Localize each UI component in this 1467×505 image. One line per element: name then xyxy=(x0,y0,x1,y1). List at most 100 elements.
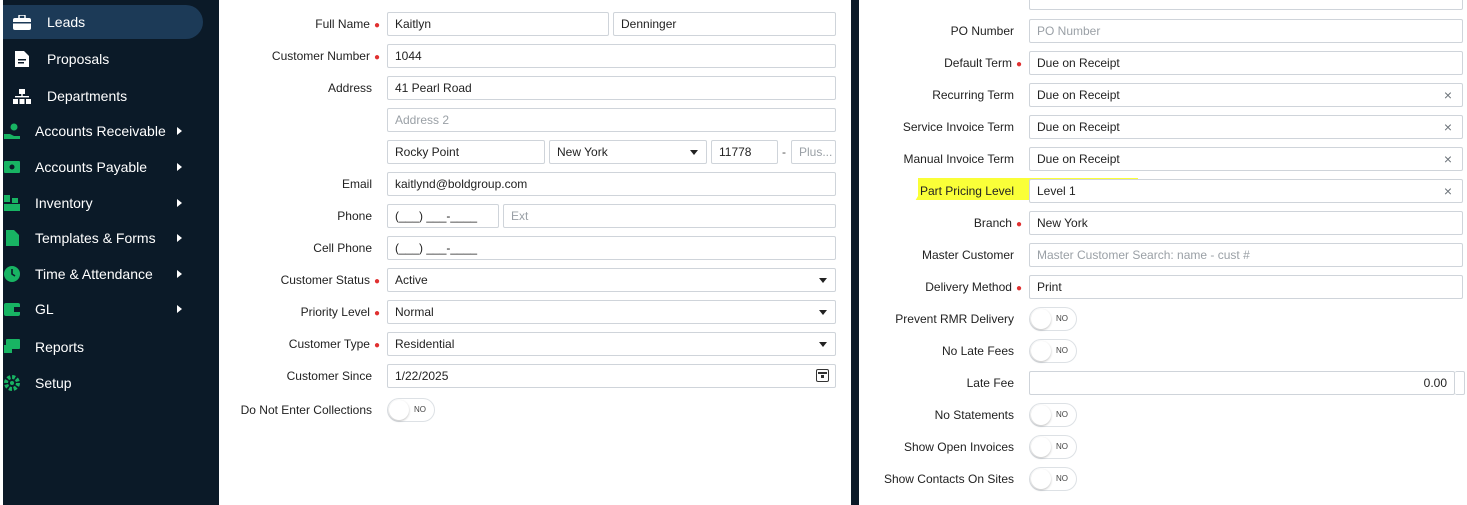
recurring-term-value: Due on Receipt xyxy=(1037,88,1120,102)
sidebar-item-label: Inventory xyxy=(35,195,93,211)
branch-select[interactable]: New York xyxy=(1029,211,1463,235)
first-name-input[interactable]: Kaitlyn xyxy=(387,12,609,36)
email-label: Email xyxy=(341,177,372,191)
phone-ext-input[interactable]: Ext xyxy=(503,204,836,228)
sidebar-item-label: Reports xyxy=(35,339,85,355)
customer-status-value: Active xyxy=(395,273,428,287)
late-fee-input[interactable]: 0.00 xyxy=(1029,371,1455,395)
sidebar-item-time-attendance[interactable]: Time & Attendance xyxy=(3,257,203,291)
boxes-icon xyxy=(3,195,21,211)
toggle-state-label: NO xyxy=(1056,346,1068,355)
customer-number-input[interactable]: 1044 xyxy=(387,44,836,68)
sidebar-item-reports[interactable]: Reports xyxy=(3,330,203,364)
phone-input[interactable]: (___) ___-____ xyxy=(387,204,499,228)
show-contacts-on-sites-toggle[interactable]: NO xyxy=(1029,467,1077,491)
sidebar-item-inventory[interactable]: Inventory xyxy=(3,186,203,220)
late-fee-label: Late Fee xyxy=(966,376,1014,390)
toggle-knob xyxy=(1031,309,1051,329)
priority-level-value: Normal xyxy=(395,305,434,319)
sidebar-item-leads[interactable]: Leads xyxy=(3,5,203,39)
delivery-method-select[interactable]: Print xyxy=(1029,275,1463,299)
sidebar-item-gl[interactable]: GL xyxy=(3,292,203,326)
master-customer-search-input[interactable]: Master Customer Search: name - cust # xyxy=(1029,243,1463,267)
cell-phone-input[interactable]: (___) ___-____ xyxy=(387,236,836,260)
prevent-rmr-delivery-label: Prevent RMR Delivery xyxy=(895,312,1014,326)
po-number-input[interactable]: PO Number xyxy=(1029,19,1463,43)
manual-invoice-term-label: Manual Invoice Term xyxy=(903,152,1015,166)
org-chart-icon xyxy=(13,88,31,104)
show-open-invoices-toggle[interactable]: NO xyxy=(1029,435,1077,459)
chevron-right-icon xyxy=(177,305,182,313)
zip-input[interactable]: 11778 xyxy=(711,140,778,164)
briefcase-icon xyxy=(13,14,31,30)
customer-type-select[interactable]: Residential xyxy=(387,332,836,356)
no-late-fees-toggle[interactable]: NO xyxy=(1029,339,1077,363)
sidebar-item-label: GL xyxy=(35,301,54,317)
wallet-icon xyxy=(3,301,21,317)
address-label: Address xyxy=(327,81,372,95)
sidebar-item-templates-forms[interactable]: Templates & Forms xyxy=(3,221,203,255)
money-bill-icon xyxy=(3,159,21,175)
address-line1-input[interactable]: 41 Pearl Road xyxy=(387,76,836,100)
clear-icon[interactable]: × xyxy=(1444,148,1452,170)
sidebar-item-label: Templates & Forms xyxy=(35,230,156,246)
sidebar-item-departments[interactable]: Departments xyxy=(3,79,203,113)
clock-icon xyxy=(3,266,21,282)
chevron-right-icon xyxy=(177,163,182,171)
customer-status-select[interactable]: Active xyxy=(387,268,836,292)
manual-invoice-term-select[interactable]: Due on Receipt × xyxy=(1029,147,1463,171)
chevron-right-icon xyxy=(177,127,182,135)
caret-down-icon xyxy=(819,310,827,315)
default-term-select[interactable]: Due on Receipt xyxy=(1029,51,1463,75)
zip-dash: - xyxy=(782,145,786,159)
customer-type-label: Customer Type ● xyxy=(288,337,380,351)
city-input[interactable]: Rocky Point xyxy=(387,140,545,164)
sidebar-item-accounts-payable[interactable]: Accounts Payable xyxy=(3,150,203,184)
part-pricing-level-select[interactable]: Level 1 × xyxy=(1029,179,1463,203)
cut-off-top-field[interactable] xyxy=(1029,0,1463,10)
customer-type-value: Residential xyxy=(395,337,455,351)
phone-label: Phone xyxy=(337,209,372,223)
toggle-knob xyxy=(1031,341,1051,361)
sidebar-item-label: Setup xyxy=(35,375,72,391)
customer-since-date-input[interactable]: 1/22/2025 xyxy=(387,364,836,388)
sidebar-item-proposals[interactable]: Proposals xyxy=(3,42,203,76)
toggle-state-label: NO xyxy=(1056,314,1068,323)
service-invoice-term-label: Service Invoice Term xyxy=(902,120,1014,134)
panel-divider xyxy=(851,0,859,505)
manual-invoice-term-value: Due on Receipt xyxy=(1037,152,1120,166)
document-icon xyxy=(13,51,31,67)
customer-since-label: Customer Since xyxy=(286,369,372,383)
toggle-state-label: NO xyxy=(1056,442,1068,451)
no-statements-label: No Statements xyxy=(934,408,1014,422)
sidebar-item-accounts-receivable[interactable]: Accounts Receivable xyxy=(3,114,203,148)
clear-icon[interactable]: × xyxy=(1444,116,1452,138)
hand-money-icon xyxy=(3,123,21,139)
toggle-knob xyxy=(1031,437,1051,457)
zip-plus-input[interactable]: Plus... xyxy=(791,140,836,164)
calendar-icon[interactable] xyxy=(816,369,829,382)
state-select[interactable]: New York xyxy=(549,140,707,164)
clear-icon[interactable]: × xyxy=(1444,180,1452,202)
clear-icon[interactable]: × xyxy=(1444,84,1452,106)
do-not-enter-collections-label: Do Not Enter Collections xyxy=(240,403,372,417)
last-name-input[interactable]: Denninger xyxy=(613,12,836,36)
master-customer-label: Master Customer xyxy=(921,248,1014,262)
chevron-right-icon xyxy=(177,270,182,278)
sidebar-item-label: Proposals xyxy=(47,51,110,67)
priority-level-select[interactable]: Normal xyxy=(387,300,836,324)
caret-down-icon xyxy=(690,150,698,155)
full-name-label: Full Name ● xyxy=(315,17,380,31)
service-invoice-term-select[interactable]: Due on Receipt × xyxy=(1029,115,1463,139)
do-not-enter-collections-toggle[interactable]: NO xyxy=(387,398,435,422)
sidebar-item-setup[interactable]: Setup xyxy=(3,366,203,400)
show-contacts-on-sites-label: Show Contacts On Sites xyxy=(883,472,1014,486)
no-statements-toggle[interactable]: NO xyxy=(1029,403,1077,427)
address-line2-input[interactable]: Address 2 xyxy=(387,108,836,132)
prevent-rmr-delivery-toggle[interactable]: NO xyxy=(1029,307,1077,331)
toggle-state-label: NO xyxy=(1056,410,1068,419)
chevron-right-icon xyxy=(177,234,182,242)
recurring-term-select[interactable]: Due on Receipt × xyxy=(1029,83,1463,107)
recurring-term-label: Recurring Term xyxy=(932,88,1014,102)
email-input[interactable]: kaitlynd@boldgroup.com xyxy=(387,172,836,196)
